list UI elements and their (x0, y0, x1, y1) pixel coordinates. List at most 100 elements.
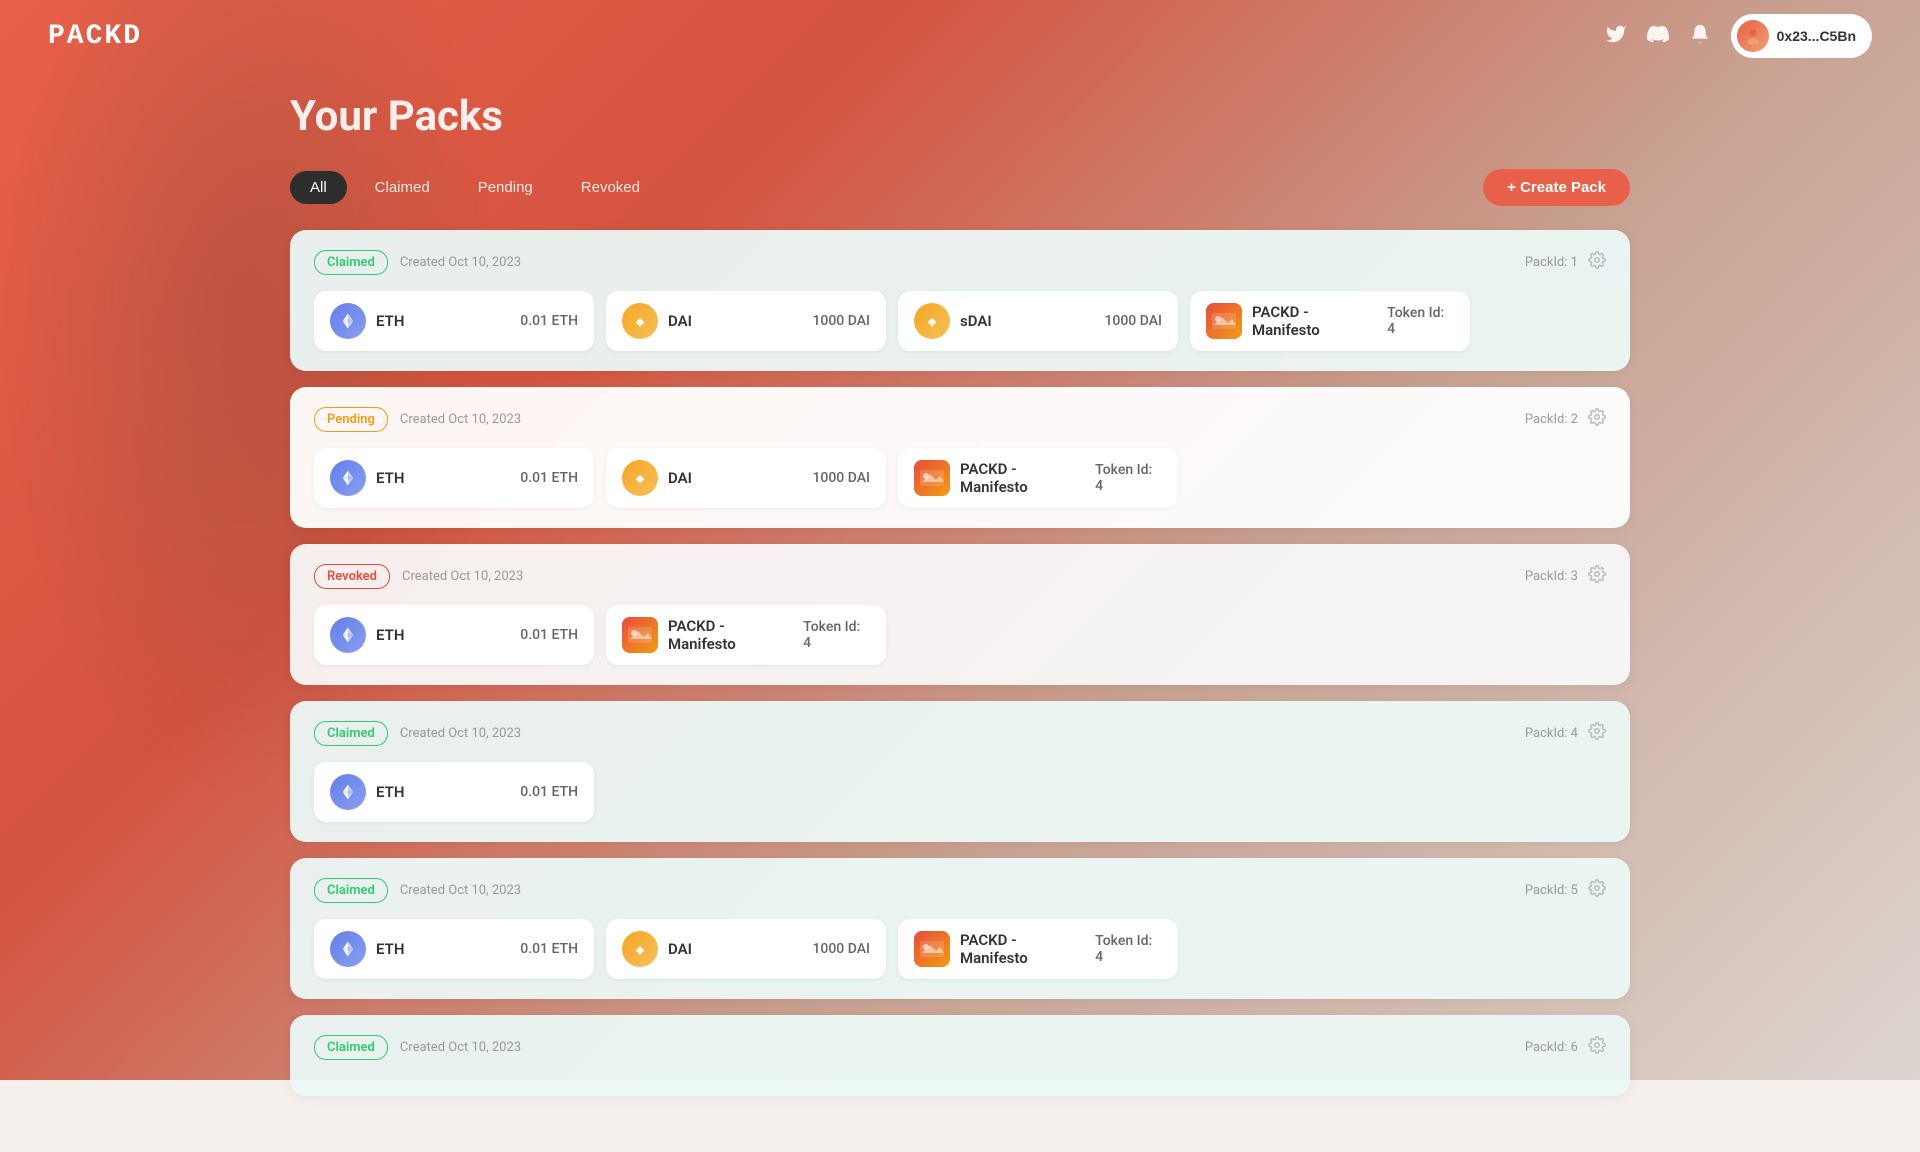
pack-card: Claimed Created Oct 10, 2023 PackId: 5 (290, 858, 1630, 999)
gear-icon[interactable] (1588, 1036, 1606, 1059)
pack-card: Pending Created Oct 10, 2023 PackId: 2 (290, 387, 1630, 528)
twitter-icon[interactable] (1605, 23, 1627, 50)
gear-icon[interactable] (1588, 722, 1606, 745)
pack-header: Pending Created Oct 10, 2023 PackId: 2 (314, 407, 1606, 432)
token-amount: 1000 DAI (812, 470, 870, 486)
dai-icon: ◈ (622, 931, 658, 967)
pack-created: Created Oct 10, 2023 (400, 412, 521, 427)
bell-icon[interactable] (1689, 23, 1711, 50)
token-name: PACKD - Manifesto (1252, 303, 1377, 339)
pack-header-right: PackId: 4 (1525, 722, 1606, 745)
tab-all[interactable]: All (290, 171, 347, 204)
token-item: ETH 0.01 ETH (314, 919, 594, 979)
status-badge: Pending (314, 407, 388, 432)
pack-header-right: PackId: 3 (1525, 565, 1606, 588)
pack-card: Claimed Created Oct 10, 2023 PackId: 4 (290, 701, 1630, 842)
pack-id: PackId: 5 (1525, 883, 1578, 898)
pack-header-left: Claimed Created Oct 10, 2023 (314, 1035, 521, 1060)
token-name: PACKD - Manifesto (960, 460, 1085, 496)
gear-icon[interactable] (1588, 879, 1606, 902)
token-amount: 0.01 ETH (520, 470, 578, 486)
status-badge: Claimed (314, 878, 388, 903)
create-pack-button[interactable]: + Create Pack (1483, 169, 1630, 206)
token-amount: 0.01 ETH (520, 784, 578, 800)
token-item: ◈ DAI 1000 DAI (606, 919, 886, 979)
token-amount: 1000 DAI (1104, 313, 1162, 329)
pack-header: Claimed Created Oct 10, 2023 PackId: 5 (314, 878, 1606, 903)
wallet-button[interactable]: 0x23...C5Bn (1731, 14, 1872, 58)
pack-header-left: Pending Created Oct 10, 2023 (314, 407, 521, 432)
discord-icon[interactable] (1647, 23, 1669, 50)
token-item: PACKD - Manifesto Token Id: 4 (898, 448, 1178, 508)
pack-header-left: Claimed Created Oct 10, 2023 (314, 721, 521, 746)
token-item: ETH 0.01 ETH (314, 762, 594, 822)
token-amount: Token Id: 4 (1095, 462, 1162, 494)
pack-card: Claimed Created Oct 10, 2023 PackId: 6 (290, 1015, 1630, 1096)
token-amount: 1000 DAI (812, 941, 870, 957)
eth-icon (330, 931, 366, 967)
pack-items: ETH 0.01 ETH (314, 762, 1606, 822)
status-badge: Claimed (314, 1035, 388, 1060)
token-name: DAI (668, 312, 692, 330)
status-badge: Claimed (314, 250, 388, 275)
nft-icon (622, 617, 658, 653)
gear-icon[interactable] (1588, 565, 1606, 588)
eth-icon (330, 774, 366, 810)
pack-header: Revoked Created Oct 10, 2023 PackId: 3 (314, 564, 1606, 589)
status-badge: Revoked (314, 564, 390, 589)
pack-header-left: Claimed Created Oct 10, 2023 (314, 878, 521, 903)
pack-created: Created Oct 10, 2023 (400, 883, 521, 898)
nft-icon (914, 460, 950, 496)
token-amount: 0.01 ETH (520, 941, 578, 957)
nft-icon (1206, 303, 1242, 339)
token-item: ◈ DAI 1000 DAI (606, 448, 886, 508)
pack-header-right: PackId: 2 (1525, 408, 1606, 431)
token-amount: Token Id: 4 (803, 619, 870, 651)
pack-items: ETH 0.01 ETH ◈ DAI 1000 DAI (314, 919, 1606, 979)
gear-icon[interactable] (1588, 251, 1606, 274)
pack-card: Claimed Created Oct 10, 2023 PackId: 1 (290, 230, 1630, 371)
pack-items: ETH 0.01 ETH ◈ DAI 1000 DAI ◈ sDAI 1000 … (314, 291, 1606, 351)
pack-header-left: Revoked Created Oct 10, 2023 (314, 564, 523, 589)
pack-created: Created Oct 10, 2023 (402, 569, 523, 584)
token-name: PACKD - Manifesto (668, 617, 793, 653)
nft-icon (914, 931, 950, 967)
pack-items: ETH 0.01 ETH ◈ DAI 1000 DAI (314, 448, 1606, 508)
dai-icon: ◈ (622, 303, 658, 339)
page-title: Your Packs (290, 92, 1630, 141)
token-item: PACKD - Manifesto Token Id: 4 (1190, 291, 1470, 351)
tab-pending[interactable]: Pending (458, 171, 553, 204)
token-amount: Token Id: 4 (1095, 933, 1162, 965)
pack-id: PackId: 6 (1525, 1040, 1578, 1055)
tab-claimed[interactable]: Claimed (355, 171, 450, 204)
svg-text:◈: ◈ (635, 472, 645, 485)
token-item: ETH 0.01 ETH (314, 605, 594, 665)
packs-container: Claimed Created Oct 10, 2023 PackId: 1 (290, 230, 1630, 1096)
gear-icon[interactable] (1588, 408, 1606, 431)
token-item: ETH 0.01 ETH (314, 448, 594, 508)
pack-created: Created Oct 10, 2023 (400, 726, 521, 741)
pack-items: ETH 0.01 ETH PACKD - Manifesto Token Id:… (314, 605, 1606, 665)
pack-id: PackId: 1 (1525, 255, 1578, 270)
eth-icon (330, 617, 366, 653)
token-name: PACKD - Manifesto (960, 931, 1085, 967)
navbar: PACKD 0x23...C5Bn (0, 0, 1920, 72)
token-name: DAI (668, 469, 692, 487)
token-name: ETH (376, 783, 404, 801)
filter-bar: All Claimed Pending Revoked + Create Pac… (290, 169, 1630, 206)
tab-revoked[interactable]: Revoked (561, 171, 660, 204)
pack-id: PackId: 3 (1525, 569, 1578, 584)
status-badge: Claimed (314, 721, 388, 746)
pack-header-right: PackId: 6 (1525, 1036, 1606, 1059)
token-name: ETH (376, 940, 404, 958)
svg-text:◈: ◈ (635, 943, 645, 956)
pack-header: Claimed Created Oct 10, 2023 PackId: 6 (314, 1035, 1606, 1060)
token-item: ETH 0.01 ETH (314, 291, 594, 351)
dai-icon: ◈ (622, 460, 658, 496)
token-amount: 0.01 ETH (520, 313, 578, 329)
pack-created: Created Oct 10, 2023 (400, 255, 521, 270)
token-item: PACKD - Manifesto Token Id: 4 (606, 605, 886, 665)
token-item: ◈ sDAI 1000 DAI (898, 291, 1178, 351)
pack-header-left: Claimed Created Oct 10, 2023 (314, 250, 521, 275)
svg-text:◈: ◈ (927, 315, 937, 328)
